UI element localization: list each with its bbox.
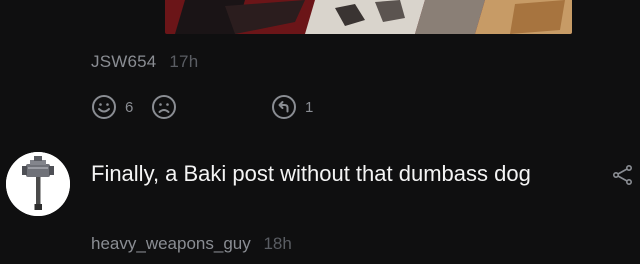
share-arrow-icon: [612, 164, 633, 186]
comment-text: Finally, a Baki post without that dumbas…: [91, 161, 531, 186]
comment-meta: JSW654 17h: [91, 52, 198, 72]
comment-actions: 6 1: [91, 94, 313, 120]
frown-face-icon: [152, 95, 176, 119]
hammer-avatar-icon: [6, 152, 70, 216]
share-button[interactable]: [612, 164, 634, 186]
comment-username[interactable]: heavy_weapons_guy: [91, 234, 251, 253]
avatar[interactable]: [6, 152, 70, 216]
reply-arrow-icon: [272, 95, 296, 119]
smiley-face-icon: [92, 95, 116, 119]
like-button[interactable]: 6: [91, 94, 151, 120]
reply-count: 1: [305, 98, 314, 116]
post-image[interactable]: [165, 0, 572, 34]
comment-timestamp: 17h: [169, 52, 199, 71]
comment-username[interactable]: JSW654: [91, 52, 156, 71]
dislike-button[interactable]: [151, 94, 271, 120]
comment-meta: heavy_weapons_guy 18h: [91, 234, 292, 254]
reply-button[interactable]: 1: [271, 94, 313, 120]
comment-timestamp: 18h: [263, 234, 292, 253]
like-count: 6: [125, 98, 134, 116]
